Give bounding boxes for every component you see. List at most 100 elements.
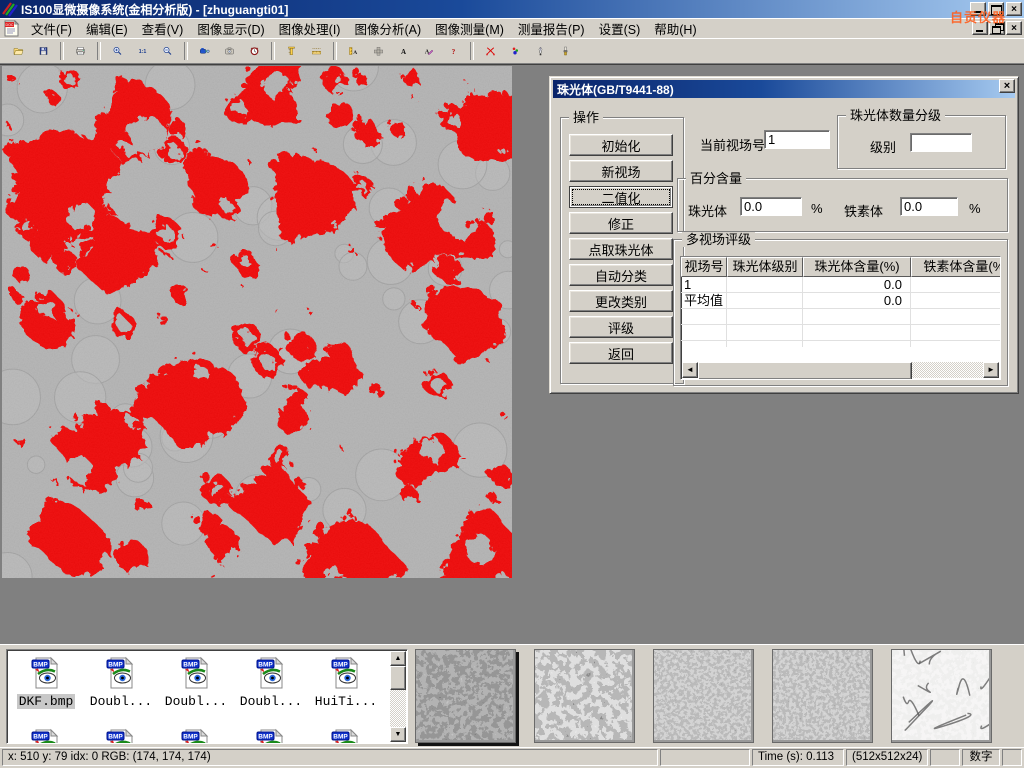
op-button-6[interactable]: 自动分类 xyxy=(569,264,673,286)
table-row[interactable]: 平均值0.0 xyxy=(681,293,1000,309)
toolbar-timer-button[interactable] xyxy=(242,40,267,62)
toolbar-help-button[interactable]: ? xyxy=(441,40,466,62)
file-item-Doubl[interactable]: BMPDoubl... xyxy=(234,656,308,709)
scroll-up-button[interactable]: ▲ xyxy=(390,651,406,666)
scroll-left-button[interactable]: ◄ xyxy=(682,362,698,378)
scrollbar-thumb[interactable] xyxy=(698,362,912,380)
table-header-3[interactable]: 珠光体含量(%) xyxy=(803,257,911,277)
op-button-1[interactable]: 初始化 xyxy=(569,134,673,156)
dialog-title-bar[interactable]: 珠光体(GB/T9441-88) xyxy=(553,80,1015,98)
table-row[interactable]: 10.0 xyxy=(681,277,1000,293)
toolbar-actual-size-button[interactable]: 1:1 xyxy=(130,40,155,62)
file-item-Doubl[interactable]: BMPDoubl... xyxy=(84,656,158,709)
thumbnail-5[interactable] xyxy=(891,649,992,743)
menu-item-6[interactable]: 图像分析(A) xyxy=(347,17,428,40)
op-button-4[interactable]: 修正 xyxy=(569,212,673,234)
file-scrollbar-thumb[interactable] xyxy=(390,666,406,690)
grade-label: 级别 xyxy=(870,137,896,156)
toolbar-measure-label-button[interactable]: A xyxy=(341,40,366,62)
thumbnail-2[interactable] xyxy=(534,649,635,743)
toolbar-video-camera-button[interactable] xyxy=(192,40,217,62)
pen-icon xyxy=(535,41,546,61)
table-cell xyxy=(911,309,1000,325)
table-header-1[interactable]: 视场号 xyxy=(681,257,727,277)
brush-icon xyxy=(560,41,571,61)
table-cell xyxy=(727,309,803,325)
op-button-5[interactable]: 点取珠光体 xyxy=(569,238,673,260)
toolbar-scissors-button[interactable] xyxy=(478,40,503,62)
file-item-DKFbmp[interactable]: BMPDKF.bmp xyxy=(9,656,83,709)
file-item-row2[interactable]: BMP xyxy=(234,728,308,744)
menu-items: 文件(F)编辑(E)查看(V)图像显示(D)图像处理(I)图像分析(A)图像测量… xyxy=(24,17,704,40)
child-restore-button[interactable] xyxy=(989,21,1005,35)
toolbar-ruler-button[interactable] xyxy=(304,40,329,62)
toolbar-save-button[interactable] xyxy=(31,40,56,62)
toolbar-caliper-button[interactable] xyxy=(279,40,304,62)
maximize-button[interactable] xyxy=(988,2,1004,16)
file-item-row2[interactable]: BMP xyxy=(84,728,158,744)
toolbar-zoom-in-button[interactable] xyxy=(105,40,130,62)
thumbnail-4[interactable] xyxy=(772,649,873,743)
toolbar-separator xyxy=(60,42,64,60)
table-cell xyxy=(727,293,803,309)
zoom-in-icon xyxy=(112,41,123,61)
file-item-Doubl[interactable]: BMPDoubl... xyxy=(159,656,233,709)
menu-item-8[interactable]: 测量报告(P) xyxy=(511,17,592,40)
op-button-7[interactable]: 更改类别 xyxy=(569,290,673,312)
op-button-3[interactable]: 二值化 xyxy=(569,186,673,208)
op-button-8[interactable]: 评级 xyxy=(569,316,673,338)
micrograph-image[interactable] xyxy=(2,66,512,578)
menu-item-4[interactable]: 图像显示(D) xyxy=(190,17,271,40)
close-button[interactable]: × xyxy=(1006,2,1022,16)
pearlite-percent-input[interactable] xyxy=(740,197,802,216)
file-item-HuiTi[interactable]: BMPHuiTi... xyxy=(309,656,383,709)
op-button-2[interactable]: 新视场 xyxy=(569,160,673,182)
toolbar-text-button[interactable]: A xyxy=(391,40,416,62)
file-item-row2[interactable]: BMP xyxy=(309,728,383,744)
menu-item-1[interactable]: 文件(F) xyxy=(24,17,79,40)
file-name[interactable]: Doubl... xyxy=(238,694,304,709)
table-header-4[interactable]: 铁素体含量(%) xyxy=(911,257,1000,277)
menu-item-9[interactable]: 设置(S) xyxy=(592,17,648,40)
file-item-row2[interactable]: BMP xyxy=(9,728,83,744)
toolbar-text-edit-button[interactable]: A xyxy=(416,40,441,62)
toolbar-open-button[interactable] xyxy=(6,40,31,62)
menu-item-2[interactable]: 编辑(E) xyxy=(79,17,135,40)
table-horizontal-scrollbar[interactable]: ◄ ► xyxy=(682,362,999,378)
grade-input[interactable] xyxy=(910,133,972,152)
file-name[interactable]: Doubl... xyxy=(88,694,154,709)
current-field-input[interactable] xyxy=(764,130,830,149)
menu-item-5[interactable]: 图像处理(I) xyxy=(272,17,348,40)
ferrite-percent-input[interactable] xyxy=(900,197,958,216)
toolbar-color-classify-button[interactable] xyxy=(503,40,528,62)
toolbar-print-button[interactable] xyxy=(68,40,93,62)
toolbar-brush-button[interactable] xyxy=(553,40,578,62)
file-name[interactable]: HuiTi... xyxy=(313,694,379,709)
file-name[interactable]: Doubl... xyxy=(163,694,229,709)
menu-item-3[interactable]: 查看(V) xyxy=(135,17,191,40)
menu-item-7[interactable]: 图像测量(M) xyxy=(428,17,511,40)
file-item-row2[interactable]: BMP xyxy=(159,728,233,744)
scroll-right-button[interactable]: ► xyxy=(983,362,999,378)
scrollbar-track[interactable] xyxy=(912,362,983,378)
child-minimize-button[interactable] xyxy=(972,21,988,35)
document-icon[interactable]: DOC xyxy=(3,20,20,37)
op-button-9[interactable]: 返回 xyxy=(569,342,673,364)
scroll-down-button[interactable]: ▼ xyxy=(390,727,406,742)
file-list-scrollbar[interactable]: ▲ ▼ xyxy=(390,651,406,742)
toolbar-zoom-out-button[interactable] xyxy=(155,40,180,62)
child-close-button[interactable]: × xyxy=(1006,21,1022,35)
dialog-close-button[interactable]: × xyxy=(999,79,1015,93)
thumbnail-1[interactable] xyxy=(415,649,516,743)
minimize-button[interactable] xyxy=(970,2,986,16)
table-cell xyxy=(911,277,1000,293)
toolbar-capture-button[interactable] xyxy=(217,40,242,62)
table-header-2[interactable]: 珠光体级别 xyxy=(727,257,803,277)
toolbar-image-merge-button[interactable] xyxy=(366,40,391,62)
menu-item-10[interactable]: 帮助(H) xyxy=(647,17,703,40)
thumbnail-3[interactable] xyxy=(653,649,754,743)
rating-table-header: 视场号珠光体级别珠光体含量(%)铁素体含量(%) xyxy=(681,257,1000,277)
svg-text:1:1: 1:1 xyxy=(139,49,147,55)
toolbar-pen-button[interactable] xyxy=(528,40,553,62)
file-name[interactable]: DKF.bmp xyxy=(17,694,76,709)
